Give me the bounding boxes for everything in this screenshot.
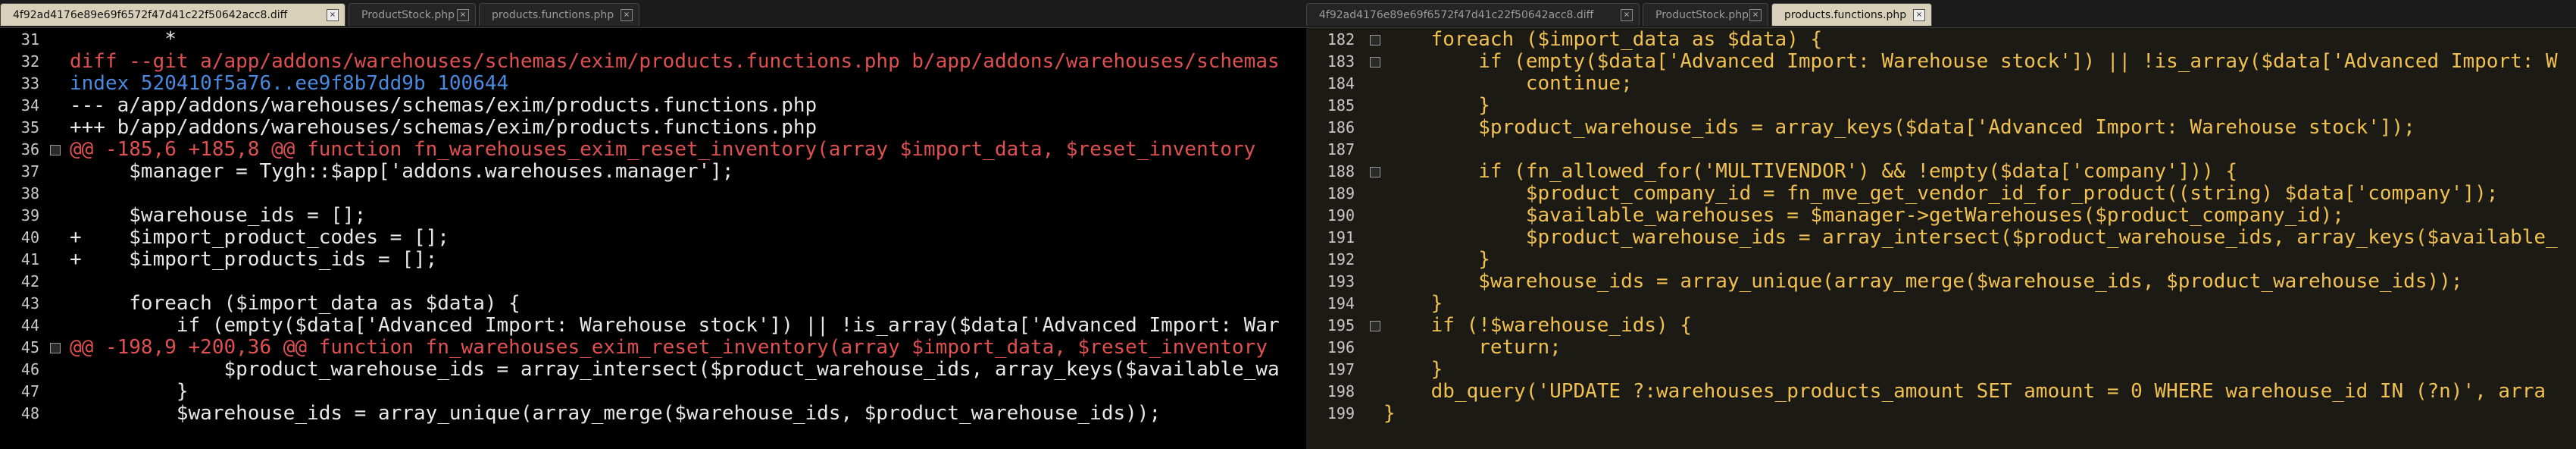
line-number: 185 [1327,96,1355,115]
code-line[interactable]: --- a/app/addons/warehouses/schemas/exim… [70,95,817,117]
fold-marker-icon[interactable] [1370,35,1380,46]
line-number: 199 [1327,404,1355,422]
line-number: 46 [20,360,39,378]
tab-productstock[interactable]: ProductStock.php × [1643,3,1768,26]
code-line[interactable]: + $import_product_codes = []; [70,227,449,249]
line-number: 36 [20,140,39,159]
line-number: 32 [20,52,39,71]
line-number: 191 [1327,228,1355,246]
close-icon[interactable]: × [1621,9,1633,21]
fold-marker-icon[interactable] [1370,321,1380,331]
code-line[interactable]: $product_warehouse_ids = array_intersect… [1383,227,2558,249]
code-line[interactable]: } [1383,95,1490,117]
fold-marker-icon[interactable] [1370,167,1380,177]
code-line[interactable]: continue; [1383,73,1633,95]
line-number: 42 [20,272,39,290]
code-line[interactable]: diff --git a/app/addons/warehouses/schem… [70,51,1280,73]
line-number: 187 [1327,140,1355,159]
line-number: 194 [1327,294,1355,312]
code-line[interactable]: $manager = Tygh::$app['addons.warehouses… [70,161,733,183]
code-line[interactable]: if (fn_allowed_for('MULTIVENDOR') && !em… [1383,161,2237,183]
right-tab-bar: 4f92ad4176e89e69f6572f47d41c22f50642acc8… [1306,0,2576,28]
code-line[interactable]: return; [1383,337,1562,359]
fold-marker-icon[interactable] [50,145,61,155]
code-line[interactable]: foreach ($import_data as $data) { [70,293,521,315]
tab-products-functions[interactable]: products.functions.php × [479,3,639,26]
line-number: 192 [1327,250,1355,268]
code-line[interactable]: } [70,381,189,403]
code-line[interactable]: } [1383,293,1443,315]
code-line[interactable]: $product_warehouse_ids = array_keys($dat… [1383,117,2415,139]
tab-label: 4f92ad4176e89e69f6572f47d41c22f50642acc8… [13,9,288,21]
close-icon[interactable]: × [327,9,339,21]
line-number: 186 [1327,118,1355,137]
line-number: 40 [20,228,39,246]
code-line[interactable]: index 520410f5a76..ee9f8b7dd9b 100644 [70,73,508,95]
tab-productstock[interactable]: ProductStock.php × [349,3,476,26]
code-line[interactable]: if (!$warehouse_ids) { [1383,315,1692,337]
code-line[interactable]: } [1383,359,1443,381]
line-number: 184 [1327,74,1355,93]
code-line[interactable]: $available_warehouses = $manager->getWar… [1383,205,2344,227]
close-icon[interactable]: × [1913,9,1925,21]
right-editor-pane[interactable]: 4f92ad4176e89e69f6572f47d41c22f50642acc8… [1306,0,2576,449]
line-number: 183 [1327,52,1355,71]
tab-label: products.functions.php [492,9,614,21]
left-editor-pane[interactable]: 4f92ad4176e89e69f6572f47d41c22f50642acc8… [0,0,1379,449]
line-number: 47 [20,382,39,400]
line-number: 188 [1327,162,1355,181]
line-number: 45 [20,338,39,356]
tab-label: ProductStock.php [361,9,455,21]
line-number: 43 [20,294,39,312]
tab-diff-file[interactable]: 4f92ad4176e89e69f6572f47d41c22f50642acc8… [0,3,345,26]
code-line[interactable]: +++ b/app/addons/warehouses/schemas/exim… [70,117,817,139]
fold-marker-icon[interactable] [50,343,61,353]
line-number: 196 [1327,338,1355,356]
line-number: 190 [1327,206,1355,224]
code-line[interactable]: $product_warehouse_ids = array_intersect… [70,359,1279,381]
code-line[interactable]: $product_company_id = fn_mve_get_vendor_… [1383,183,2499,205]
line-number: 195 [1327,316,1355,334]
code-line[interactable]: if (empty($data['Advanced Import: Wareho… [1383,51,2557,73]
line-number: 48 [20,404,39,422]
fold-marker-icon[interactable] [1370,57,1380,68]
code-line[interactable]: db_query('UPDATE ?:warehouses_products_a… [1383,381,2546,403]
line-number: 182 [1327,30,1355,49]
line-number: 39 [20,206,39,224]
line-number: 33 [20,74,39,93]
code-line[interactable]: + $import_products_ids = []; [70,249,437,271]
close-icon[interactable]: × [621,9,633,21]
close-icon[interactable]: × [1749,9,1762,21]
code-line[interactable]: if (empty($data['Advanced Import: Wareho… [70,315,1280,337]
line-number: 35 [20,118,39,137]
line-number: 34 [20,96,39,115]
close-icon[interactable]: × [457,9,469,21]
line-number: 38 [20,184,39,203]
tab-label: ProductStock.php [1655,9,1749,21]
tab-label: 4f92ad4176e89e69f6572f47d41c22f50642acc8… [1319,9,1594,21]
line-number: 197 [1327,360,1355,378]
code-line[interactable]: $warehouse_ids = array_unique(array_merg… [70,403,1161,425]
line-number: 44 [20,316,39,334]
code-line[interactable]: } [1383,403,1396,425]
line-number: 41 [20,250,39,268]
tab-diff-file[interactable]: 4f92ad4176e89e69f6572f47d41c22f50642acc8… [1306,3,1640,26]
tab-label: products.functions.php [1784,9,1907,21]
code-line[interactable]: } [1383,249,1490,271]
code-line[interactable]: $warehouse_ids = array_unique(array_merg… [1383,271,2462,293]
line-number: 198 [1327,382,1355,400]
code-line[interactable]: $warehouse_ids = []; [70,205,366,227]
line-number: 37 [20,162,39,181]
line-number: 189 [1327,184,1355,203]
code-line[interactable]: @@ -185,6 +185,8 @@ function fn_warehous… [70,139,1255,161]
code-line[interactable]: foreach ($import_data as $data) { [1383,29,1823,51]
left-tab-bar: 4f92ad4176e89e69f6572f47d41c22f50642acc8… [0,0,1379,28]
line-number: 193 [1327,272,1355,290]
code-line[interactable]: * [70,29,177,51]
tab-products-functions[interactable]: products.functions.php × [1771,3,1932,26]
line-number: 31 [20,30,39,49]
code-line[interactable]: @@ -198,9 +200,36 @@ function fn_warehou… [70,337,1268,359]
